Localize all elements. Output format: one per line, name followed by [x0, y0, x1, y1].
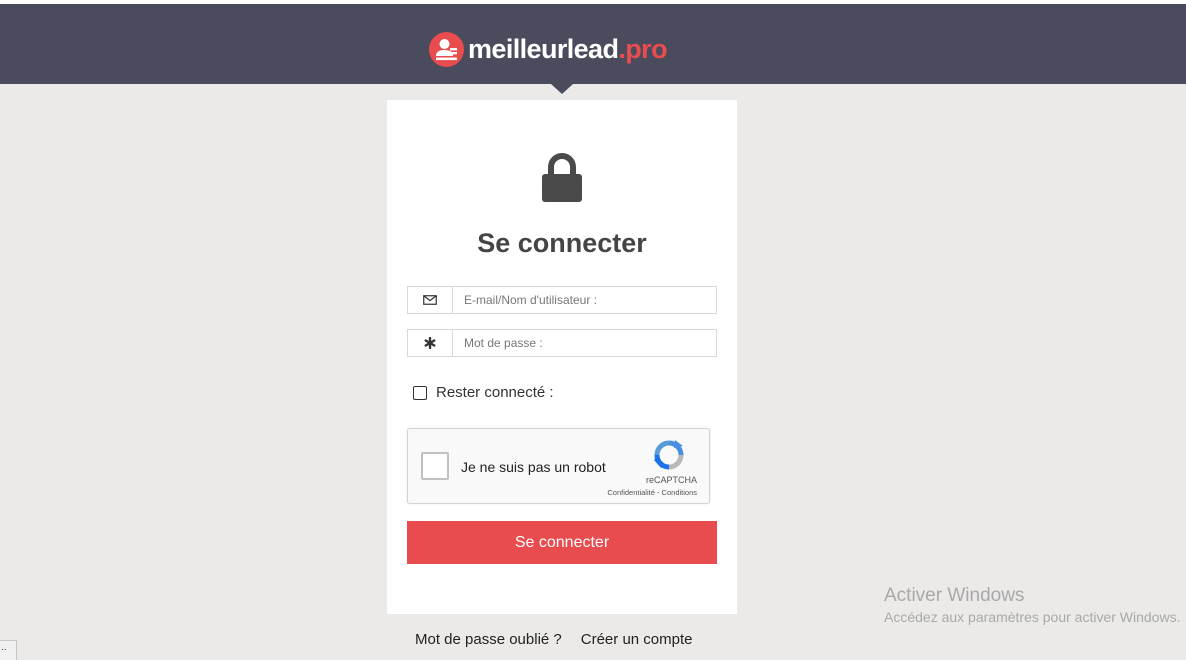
recaptcha-widget: Je ne suis pas un robot reCAPTCHA Confid…	[407, 428, 710, 504]
envelope-icon	[423, 295, 437, 305]
create-account-link[interactable]: Créer un compte	[581, 631, 693, 648]
recaptcha-label: Je ne suis pas un robot	[461, 459, 606, 475]
windows-activation-watermark: Activer Windows Accédez aux paramètres p…	[884, 585, 1180, 625]
remember-checkbox[interactable]	[413, 385, 427, 400]
recaptcha-brand: reCAPTCHA	[645, 475, 697, 485]
user-icon	[429, 31, 464, 67]
logo-text: meilleurlead.pro	[468, 31, 668, 67]
remember-label: Rester connecté :	[436, 384, 554, 401]
email-addon	[408, 287, 453, 313]
email-input[interactable]	[453, 287, 716, 313]
remember-me[interactable]: Rester connecté :	[413, 384, 554, 401]
recaptcha-checkbox[interactable]	[421, 452, 449, 480]
password-field-group	[407, 329, 717, 357]
recaptcha-links[interactable]: Confidentialité - Conditions	[607, 488, 697, 497]
watermark-subtitle: Accédez aux paramètres pour activer Wind…	[884, 609, 1181, 625]
recaptcha-logo-icon	[654, 440, 684, 470]
logo-tld: .pro	[618, 34, 667, 64]
email-field-group	[407, 286, 717, 314]
corner-tab[interactable]: ..	[0, 640, 17, 660]
logo[interactable]: meilleurlead.pro	[429, 31, 668, 67]
password-addon	[408, 330, 453, 356]
forgot-password-link[interactable]: Mot de passe oublié ?	[415, 631, 562, 648]
page-title: Se connecter	[477, 228, 647, 258]
login-button[interactable]: Se connecter	[407, 521, 717, 564]
watermark-title: Activer Windows	[884, 585, 1025, 606]
footer-links: Mot de passe oublié ? Créer un compte	[415, 631, 692, 648]
login-card: Se connecter Rester connecté :	[387, 100, 737, 614]
site-header: meilleurlead.pro	[0, 4, 1186, 84]
logo-name: meilleurlead	[468, 34, 619, 64]
lock-icon	[542, 153, 582, 202]
header-pointer	[551, 84, 573, 94]
asterisk-icon	[424, 337, 436, 349]
password-input[interactable]	[453, 330, 716, 356]
